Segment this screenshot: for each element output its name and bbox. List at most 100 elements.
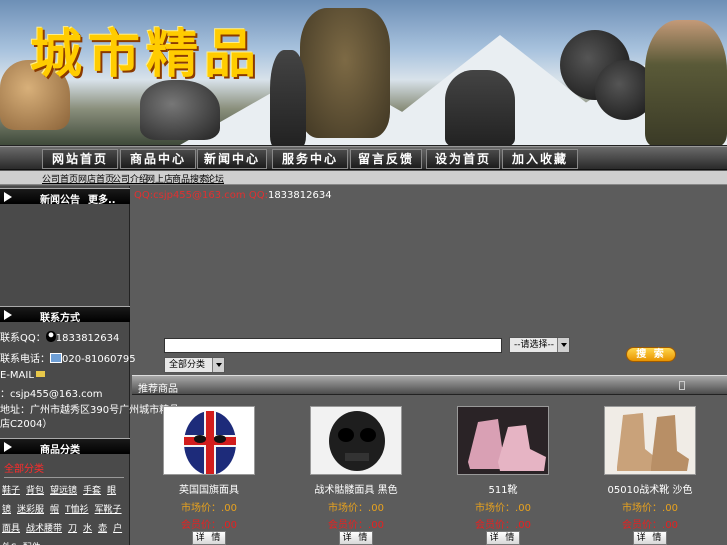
contact-panel-header: 联系方式 [0,306,130,324]
category-item[interactable]: T恤衫 [65,505,89,515]
product-detail-button[interactable]: 详 情 [486,531,520,545]
search-input[interactable] [164,338,502,353]
address-line-2: 店C2004） [0,419,53,430]
phone-contact: 联系电话： 020-81060795 [0,350,136,365]
category-item[interactable]: 面具 [2,524,20,534]
category-item[interactable]: 鞋子 [2,486,20,496]
subnav-link[interactable]: 商品搜索 [172,172,208,185]
left-sidebar: 新闻公告 更多.. 联系方式 联系QQ： 1833812634 联系电话： 020-… [0,186,179,545]
arrow-right-icon [4,310,12,320]
product-market-price: 市场价：.00 [475,503,531,514]
phone-icon [50,353,62,363]
product-image[interactable] [163,406,255,475]
mail-icon [35,371,45,377]
page: 城市精品 网站首页 商品中心 新闻中心 服务中心 留言反馈 设为首页 加入收藏 … [0,0,727,545]
nav-news[interactable]: 新闻中心 [197,149,267,169]
product-member-price: 会员价：.00 [475,520,531,531]
subnav-link[interactable]: 公司首页 [42,172,78,185]
site-logo[interactable]: 城市精品 [30,12,262,87]
email-label-row: E-MAIL [0,370,45,381]
category-item[interactable]: 水 [83,524,92,534]
header-banner: 城市精品 [0,0,727,146]
contact-panel-title: 联系方式 [40,313,80,324]
category-item[interactable]: 帽 [50,505,59,515]
boot-image [140,80,220,140]
product-image[interactable] [604,406,696,475]
email-value: ：csjp455@163.com [0,389,103,400]
qq-contact: 联系QQ： 1833812634 [0,329,119,344]
category-item[interactable]: 刀 [68,524,77,534]
product-card: 05010战术靴 沙色 市场价：.00 会员价：.00 详 情 [600,406,700,545]
nav-products[interactable]: 商品中心 [120,149,196,169]
nav-set-homepage[interactable]: 设为首页 [426,149,500,169]
news-panel-header: 新闻公告 更多.. [0,188,130,206]
nav-feedback[interactable]: 留言反馈 [350,149,422,169]
category-item[interactable]: 手套 [83,486,101,496]
product-name[interactable]: 英国国旗面具 [159,481,259,496]
product-name[interactable]: 511靴 [453,481,553,496]
soldier-image [645,20,727,145]
subnav-link[interactable]: 论坛 [206,172,224,185]
product-member-price: 会员价：.00 [181,520,237,531]
more-icon[interactable] [679,381,685,390]
backpack-image [300,8,390,138]
subnav-link[interactable]: 网店首页 [78,172,114,185]
qq-label: 联系QQ： [0,333,46,344]
category-panel-header: 商品分类 [0,438,130,456]
person-image [445,70,515,145]
search-button[interactable]: 搜 索 [626,347,676,362]
uk-flag-mask-image [184,411,236,474]
products-section-title: 推荐商品 [138,384,178,395]
qq-icon[interactable] [45,331,56,342]
divider [4,477,124,478]
address-line: 地址：广州市越秀区390号广州城市精品 [0,405,180,416]
category-item[interactable]: 战术腰带 [26,524,62,534]
category-item[interactable]: 背包 [26,486,44,496]
nav-home[interactable]: 网站首页 [42,149,118,169]
qq-value: 1833812634 [55,333,120,344]
product-market-price: 市场价：.00 [181,503,237,514]
product-detail-button[interactable]: 详 情 [633,531,667,545]
news-more-link[interactable]: 更多.. [88,191,116,206]
desert-boots-image [605,407,695,474]
product-member-price: 会员价：.00 [622,520,678,531]
top-contact-line: QQ:csjp455@163.com QQ:1833812634 [134,190,332,201]
category-item[interactable]: 壶 [98,524,107,534]
nav-service[interactable]: 服务中心 [272,149,348,169]
contact-qq-number: 1833812634 [267,190,332,201]
product-card: 战术骷髅面具 黑色 市场价：.00 会员价：.00 详 情 [306,406,406,545]
product-detail-button[interactable]: 详 情 [339,531,373,545]
product-image[interactable] [310,406,402,475]
category-item[interactable]: 望远镜 [50,486,77,496]
subnav-link[interactable]: 网上店 [146,172,173,185]
search-type-value: --请选择-- [514,340,554,350]
chevron-down-icon [212,358,224,372]
arrow-right-icon [4,442,12,452]
phone-value: 020-81060795 [62,354,136,365]
email-label: E-MAIL [0,370,34,381]
search-type-select[interactable]: --请选择-- [509,337,570,353]
subnav-link[interactable]: 公司介绍 [112,172,148,185]
sub-nav: 公司首页 网店首页 公司介绍 网上店 商品搜索 论坛 [0,171,727,185]
main-nav: 网站首页 商品中心 新闻中心 服务中心 留言反馈 设为首页 加入收藏 [0,146,727,170]
pink-boots-image [458,407,548,474]
category-item[interactable]: 迷彩服 [17,505,44,515]
news-panel-title: 新闻公告 [40,195,80,206]
skull-mask-image [311,407,401,474]
product-name[interactable]: 战术骷髅面具 黑色 [306,481,406,496]
category-item[interactable]: 军靴子 [95,505,122,515]
products-section-header: 推荐商品 [132,375,727,395]
category-list: 鞋子背包望远镜手套眼镜迷彩服帽T恤衫军靴子面具战术腰带刀水壶户外S配件 [2,482,128,545]
product-card: 511靴 市场价：.00 会员价：.00 详 情 [453,406,553,545]
category-all[interactable]: 全部分类 [4,460,44,475]
person-image [270,50,306,145]
search-category-select[interactable]: 全部分类 [164,357,225,373]
phone-label: 联系电话： [0,354,50,365]
product-image[interactable] [457,406,549,475]
product-name[interactable]: 05010战术靴 沙色 [600,481,700,496]
arrow-right-icon [4,192,12,202]
nav-add-favorite[interactable]: 加入收藏 [502,149,578,169]
product-detail-button[interactable]: 详 情 [192,531,226,545]
search-category-value: 全部分类 [169,360,206,370]
product-market-price: 市场价：.00 [328,503,384,514]
